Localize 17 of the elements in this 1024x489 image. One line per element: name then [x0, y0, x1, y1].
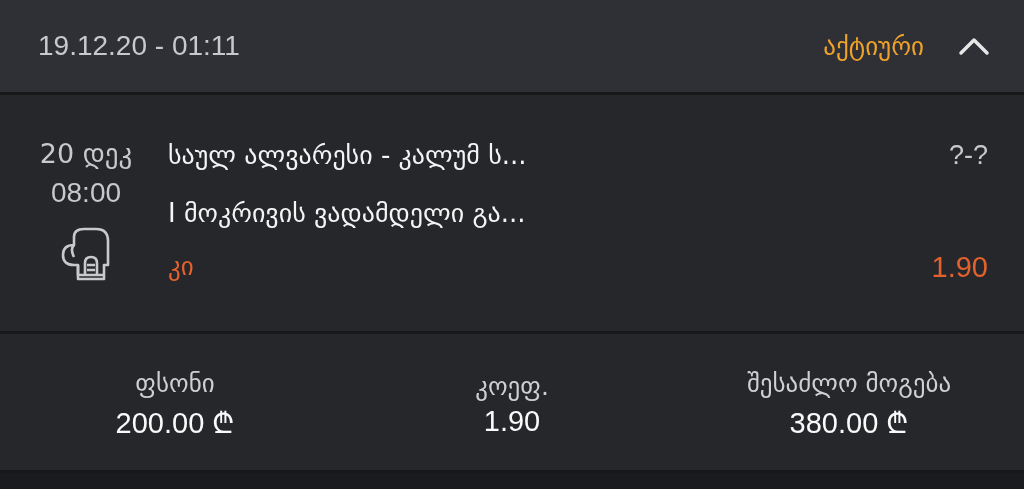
bet-status: აქტიური [823, 31, 924, 61]
bet-odds: 1.90 [931, 250, 988, 285]
summary-label: კოეფ. [475, 372, 549, 401]
boxing-glove-icon [60, 227, 112, 281]
bet-pick: კი [168, 251, 195, 283]
summary-value: 380.00 ₾ [789, 406, 909, 441]
event-score: ?-? [948, 139, 988, 172]
summary-label: ფსონი [135, 369, 215, 398]
summary-value: 200.00 ₾ [115, 406, 235, 441]
market-name: I მოკრივის ვადამდელი გა... [168, 197, 527, 230]
bet-datetime: 19.12.20 - 01:11 [38, 30, 241, 62]
event-time: 08:00 [50, 176, 122, 210]
summary-value: 1.90 [483, 405, 541, 438]
event-date: 20 დეკ [39, 137, 133, 171]
collapse-button[interactable] [958, 36, 990, 56]
event-title: საულ ალვარესი - კალუმ ს... [168, 139, 528, 172]
summary-label: შესაძლო მოგება [746, 369, 952, 398]
